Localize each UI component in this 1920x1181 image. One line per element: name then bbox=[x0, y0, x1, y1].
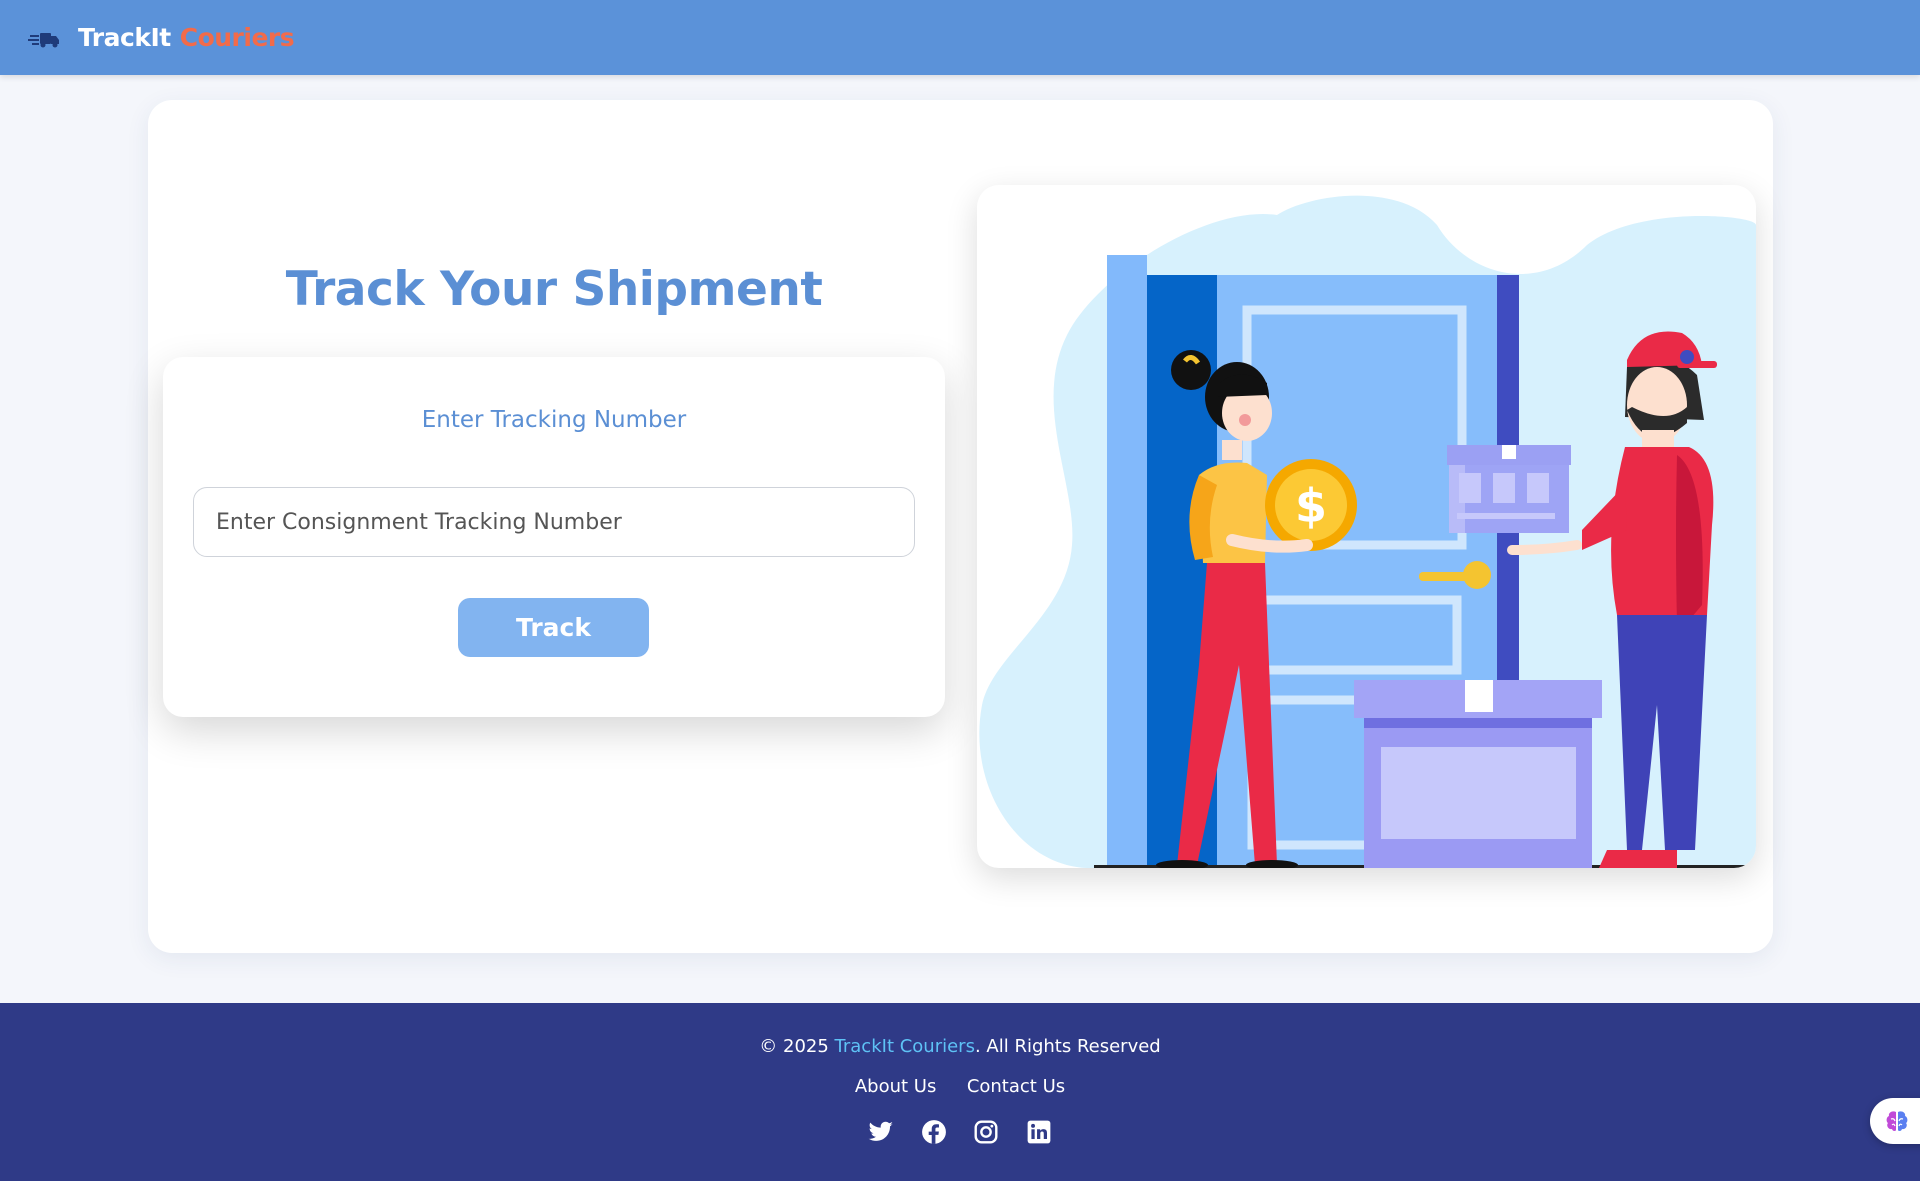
navbar: TrackIt Couriers bbox=[0, 0, 1920, 75]
floating-assistant-button[interactable] bbox=[1870, 1098, 1920, 1144]
courier-delivery-illustration: $ bbox=[977, 185, 1756, 868]
brand-logo-link[interactable]: TrackIt Couriers bbox=[28, 0, 295, 75]
copyright-suffix: . All Rights Reserved bbox=[974, 1036, 1161, 1057]
brand-accent: Couriers bbox=[179, 23, 295, 52]
brain-icon bbox=[1886, 1111, 1908, 1131]
copyright-brand: TrackIt Couriers bbox=[834, 1036, 975, 1057]
fast-delivery-icon bbox=[28, 32, 59, 47]
instagram-icon[interactable] bbox=[973, 1119, 999, 1145]
facebook-icon[interactable] bbox=[921, 1119, 947, 1145]
brand-name: TrackIt bbox=[78, 23, 171, 52]
footer-links: About Us Contact Us bbox=[0, 1076, 1920, 1097]
copyright-text: © 2025 TrackIt Couriers. All Rights Rese… bbox=[0, 1036, 1920, 1057]
footer: © 2025 TrackIt Couriers. All Rights Rese… bbox=[0, 1003, 1920, 1181]
twitter-icon[interactable] bbox=[868, 1119, 894, 1145]
tracking-form-label: Enter Tracking Number bbox=[421, 407, 687, 433]
track-button[interactable]: Track bbox=[458, 598, 649, 657]
svg-text:$: $ bbox=[1295, 479, 1327, 533]
about-us-link[interactable]: About Us bbox=[855, 1076, 937, 1097]
contact-us-link[interactable]: Contact Us bbox=[967, 1076, 1065, 1097]
tracking-form: Enter Tracking Number Track bbox=[163, 357, 945, 717]
page-title: Track Your Shipment bbox=[285, 262, 823, 317]
linkedin-icon[interactable] bbox=[1026, 1119, 1052, 1145]
social-links bbox=[0, 1119, 1920, 1145]
copyright-prefix: © 2025 bbox=[759, 1036, 835, 1057]
tracking-number-input[interactable] bbox=[193, 487, 915, 557]
